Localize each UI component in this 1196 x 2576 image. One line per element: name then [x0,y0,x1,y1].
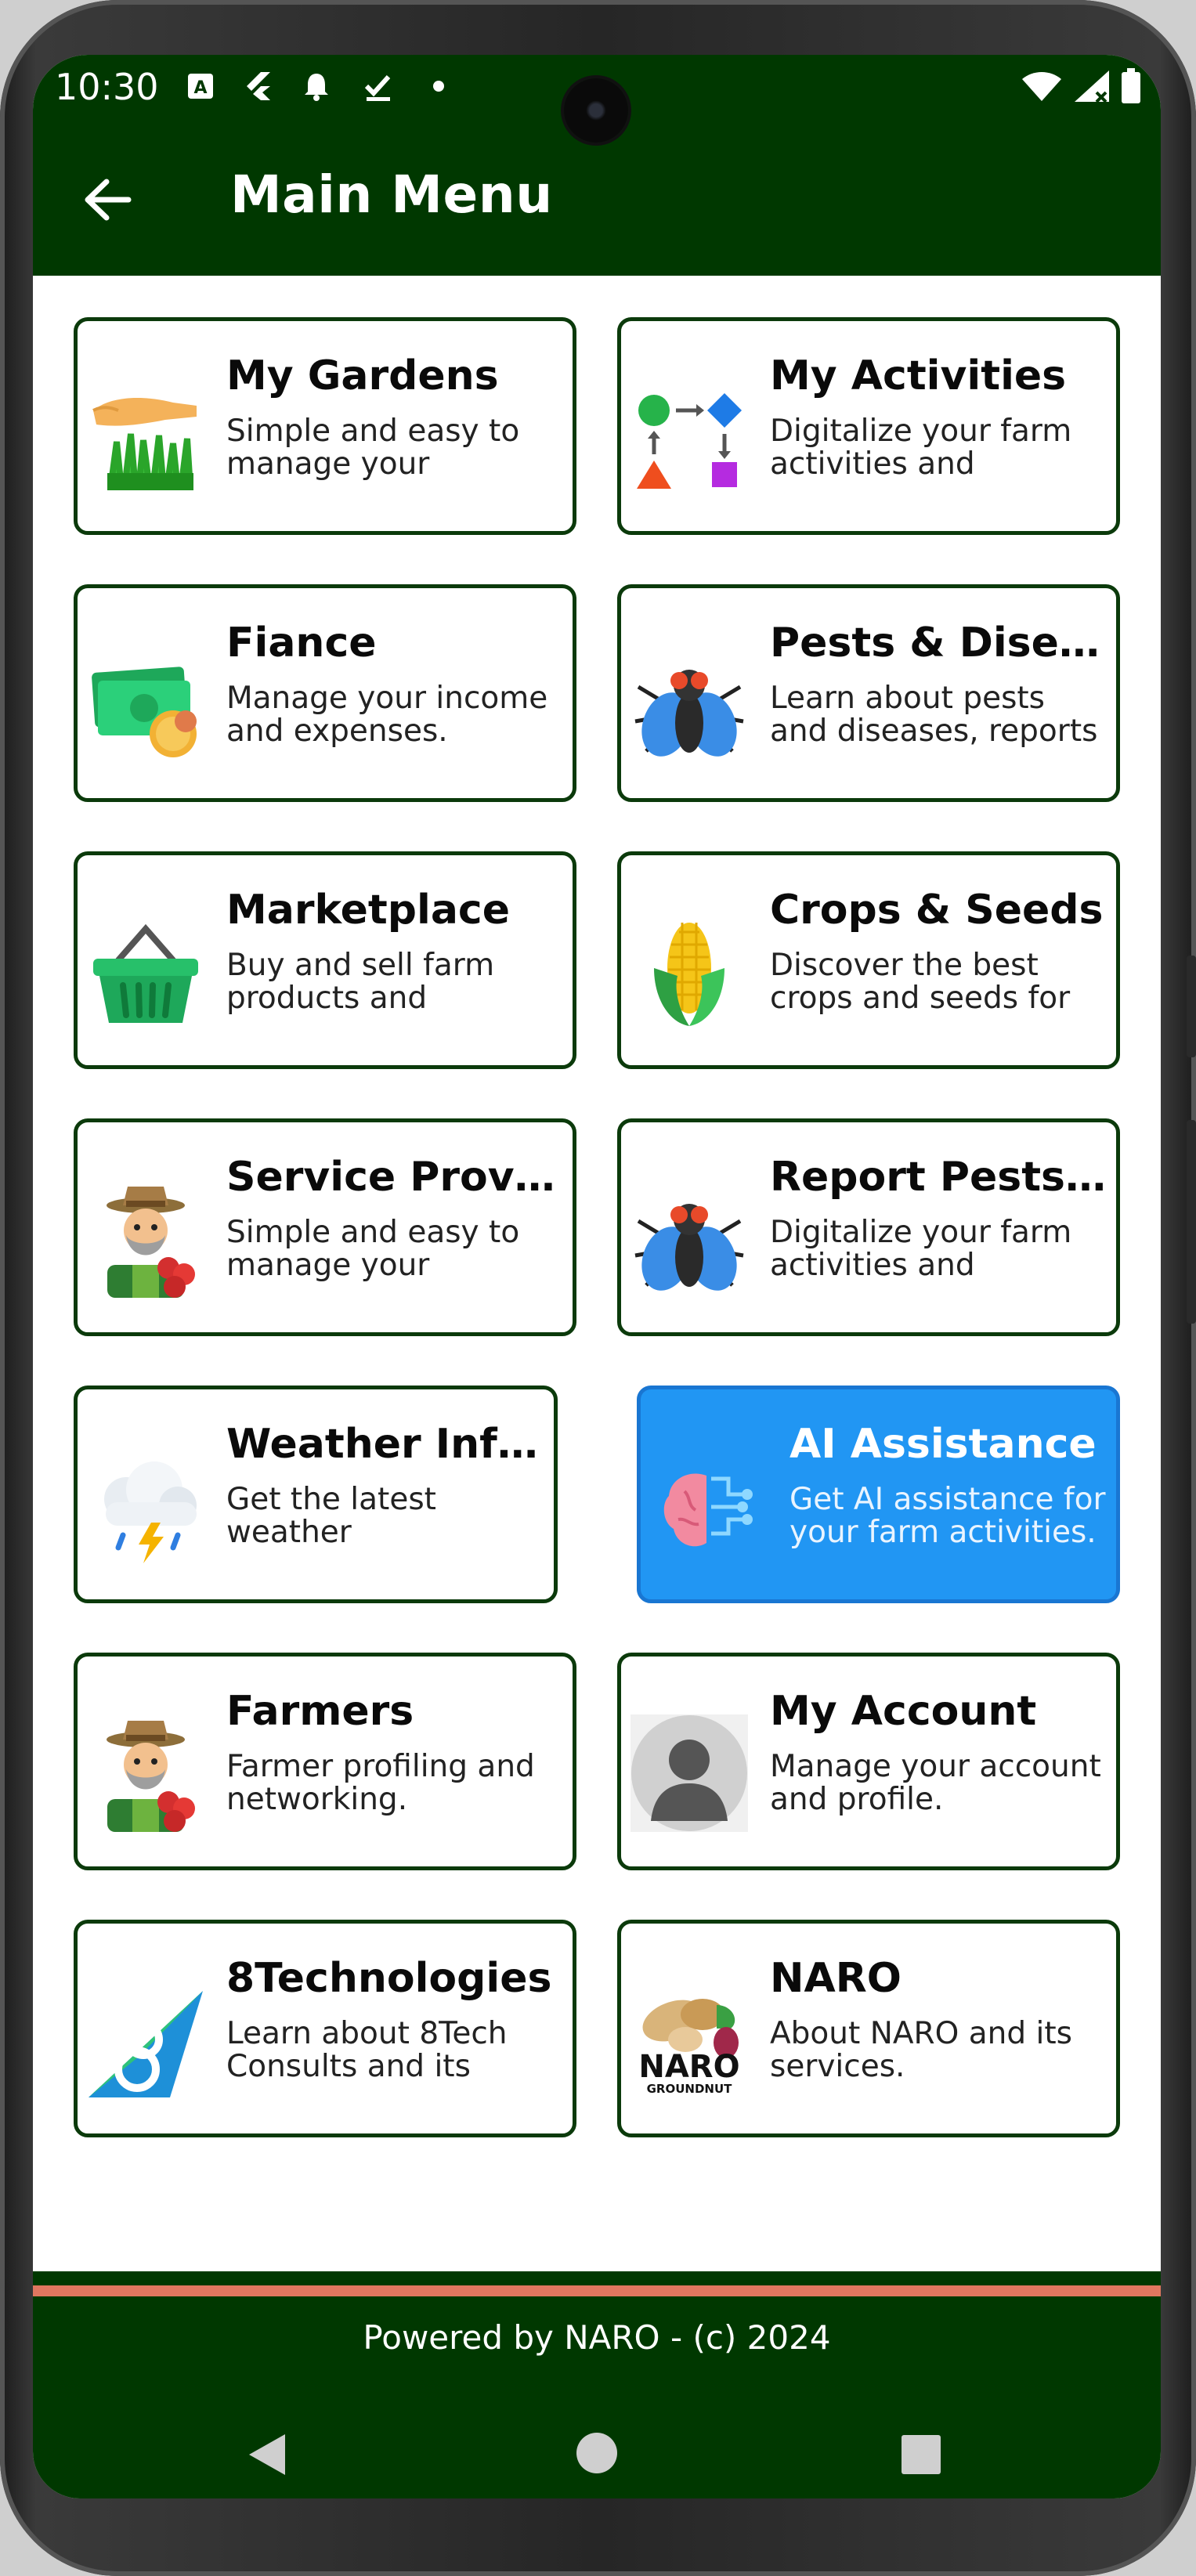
card-title: Fiance [226,620,377,667]
menu-card-naro[interactable]: NARO GROUNDNUT NARO About NARO and its s… [617,1920,1120,2137]
card-description: About NARO and its services. [770,2018,1072,2083]
naro-logo-subtext: GROUNDNUT [647,2082,733,2096]
wifi-icon [1018,69,1065,103]
avatar-icon [631,1714,748,1832]
page-title: Main Menu [230,164,553,225]
card-description: Simple and easy to manage your gardens. [226,415,520,481]
card-title: Report Pests ... [770,1154,1107,1201]
screen: 10:30 A Main Menu My Gardens Simple and … [33,55,1161,2498]
dot-icon [421,69,456,103]
card-description: Digitalize your farm activities and reco… [770,1216,1072,1282]
menu-card-marketplace[interactable]: Marketplace Buy and sell farm products a… [74,851,576,1069]
nav-recents-button[interactable] [901,2434,941,2478]
card-title: Weather Info... [226,1421,544,1468]
fly-icon [631,1180,748,1298]
menu-card-my-gardens[interactable]: My Gardens Simple and easy to manage you… [74,317,576,535]
flutter-icon [240,69,275,103]
activities-flow-icon [631,379,748,497]
menu-card-ai-assistance[interactable]: AI Assistance Get AI assistance for your… [637,1386,1120,1603]
card-title: My Account [770,1688,1037,1735]
menu-card-weather-info[interactable]: Weather Info... Get the latest weather i… [74,1386,558,1603]
app-bar: 10:30 A Main Menu [33,55,1161,276]
notification-bell-icon [299,69,334,103]
card-description: Farmer profiling and networking. [226,1750,535,1816]
naro-logo-text: NARO [638,2049,739,2085]
back-arrow-icon[interactable] [80,172,135,227]
power-button [1187,1120,1196,1324]
card-description: Manage your income and expenses. [226,682,548,748]
menu-card-service-providers[interactable]: Service Provid... Simple and easy to man… [74,1118,576,1336]
battery-icon [1115,68,1147,103]
corn-icon [631,913,748,1031]
ai-brain-icon [650,1447,768,1565]
front-camera [564,78,628,143]
card-title: AI Assistance [790,1421,1097,1468]
menu-card-farmers[interactable]: Farmers Farmer profiling and networking. [74,1653,576,1870]
fly-icon [631,646,748,764]
status-time: 10:30 [55,66,159,108]
menu-card-my-account[interactable]: My Account Manage your account and profi… [617,1653,1120,1870]
nav-home-button[interactable] [575,2431,619,2478]
garden-hand-icon [87,379,204,497]
card-title: Crops & Seeds [770,887,1104,934]
card-description: Get AI assistance for your farm activiti… [790,1483,1106,1549]
card-description: Buy and sell farm products and services. [226,949,495,1015]
card-description: Digitalize your farm activities and reco… [770,415,1072,481]
card-title: My Gardens [226,352,499,399]
svg-text:A: A [193,78,207,98]
card-description: Learn about pests and diseases, reports … [770,682,1098,748]
menu-card-report-pests[interactable]: Report Pests ... Digitalize your farm ac… [617,1118,1120,1336]
menu-card-my-activities[interactable]: My Activities Digitalize your farm activ… [617,317,1120,535]
card-title: Pests & Disea... [770,620,1107,667]
volume-button [1187,956,1196,1057]
footer-divider [33,2271,1161,2298]
naro-groundnut-logo: NARO GROUNDNUT [631,1982,748,2099]
card-description: Get the latest weather informatio... [226,1483,436,1549]
card-title: NARO [770,1955,902,2002]
card-title: Farmers [226,1688,414,1735]
8tech-logo-icon [87,1982,204,2099]
footer: Powered by NARO - (c) 2024 [33,2298,1161,2498]
menu-card-crops-seeds[interactable]: Crops & Seeds Discover the best crops an… [617,851,1120,1069]
menu-card-8technologies[interactable]: 8Technologies Learn about 8Tech Consults… [74,1920,576,2137]
card-title: My Activities [770,352,1067,399]
download-done-icon [360,69,395,103]
card-description: Discover the best crops and seeds for y.… [770,949,1071,1015]
menu-card-finance[interactable]: Fiance Manage your income and expenses. [74,584,576,802]
signal-icon [1071,69,1113,103]
accessibility-icon: A [183,69,218,103]
storm-cloud-icon [87,1447,204,1565]
money-icon [87,646,204,764]
card-description: Simple and easy to manage your gardens. [226,1216,520,1282]
basket-icon [87,913,204,1031]
card-title: 8Technologies [226,1955,552,2002]
card-description: Manage your account and profile. [770,1750,1101,1816]
card-title: Marketplace [226,887,511,934]
card-description: Learn about 8Tech Consults and its servi… [226,2018,508,2083]
powered-by-text: Powered by NARO - (c) 2024 [363,2318,831,2357]
farmer-icon [87,1180,204,1298]
farmer-icon [87,1714,204,1832]
card-title: Service Provid... [226,1154,563,1201]
menu-card-pests-diseases[interactable]: Pests & Disea... Learn about pests and d… [617,584,1120,802]
nav-back-button[interactable] [244,2431,288,2481]
